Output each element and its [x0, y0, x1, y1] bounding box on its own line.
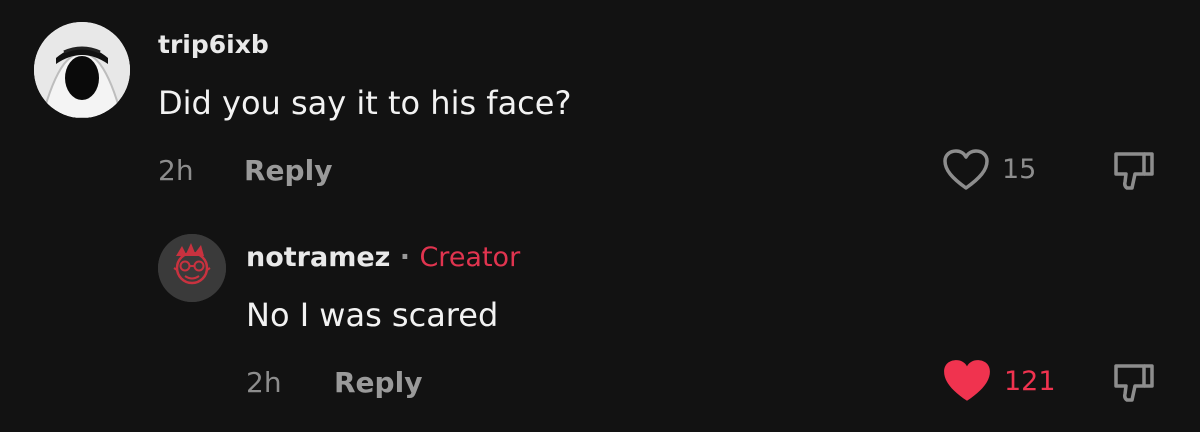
avatar-image [158, 234, 226, 302]
comment-text: Did you say it to his face? [158, 84, 572, 122]
thumbs-down-icon [1114, 364, 1154, 402]
avatar[interactable] [34, 22, 130, 118]
dislike-button[interactable] [1108, 146, 1158, 196]
comment-username-row: notramez · Creator [246, 242, 520, 273]
creator-badge: Creator [419, 242, 521, 273]
avatar[interactable] [158, 234, 226, 302]
reply-button[interactable]: Reply [334, 366, 422, 399]
comment-reply-item: notramez · Creator No I was scared 2h Re… [0, 220, 1200, 432]
comment-item: trip6ixb Did you say it to his face? 2h … [0, 0, 1200, 220]
heart-filled-icon [944, 360, 990, 401]
comment-username[interactable]: notramez [246, 242, 390, 273]
reply-button[interactable]: Reply [244, 154, 332, 187]
separator-dot: · [399, 242, 411, 273]
comment-timestamp: 2h [246, 366, 282, 399]
comment-text: No I was scared [246, 296, 499, 334]
like-button[interactable]: 15 [942, 148, 1042, 196]
like-count: 121 [1004, 366, 1056, 397]
avatar-image [34, 22, 130, 118]
like-button[interactable]: 121 [942, 358, 1062, 408]
thumbs-down-icon [1114, 152, 1154, 190]
heart-outline-icon [943, 149, 989, 190]
comment-timestamp: 2h [158, 154, 194, 187]
like-count: 15 [1002, 154, 1037, 185]
comment-username[interactable]: trip6ixb [158, 30, 269, 59]
dislike-button[interactable] [1108, 358, 1158, 408]
